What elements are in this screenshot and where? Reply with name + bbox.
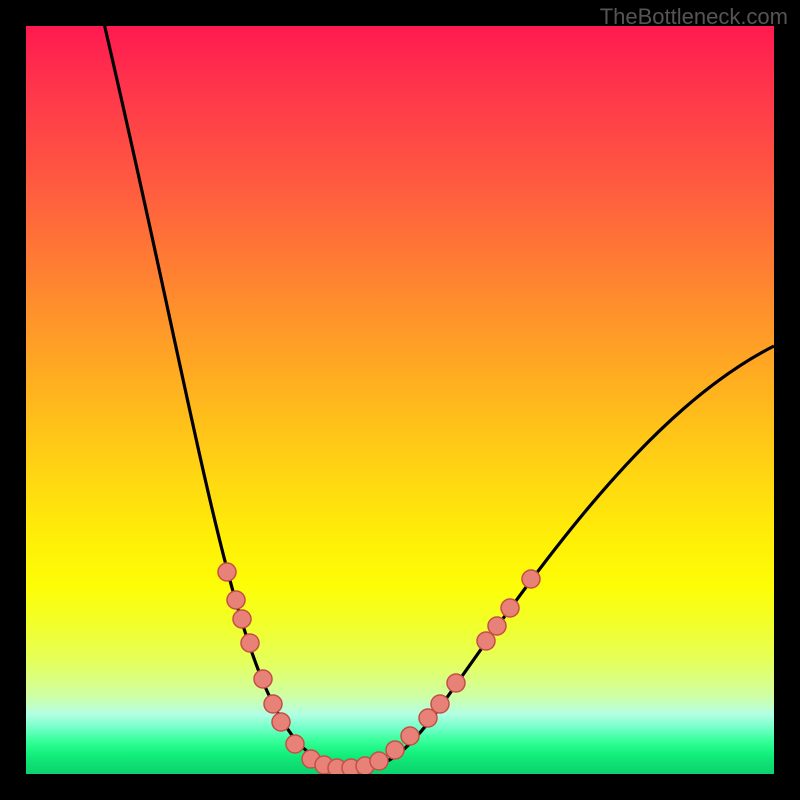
curve-marker (477, 632, 495, 650)
curve-marker (447, 674, 465, 692)
chart-frame: TheBottleneck.com (0, 0, 800, 800)
curve-marker (272, 713, 290, 731)
curve-marker (233, 610, 251, 628)
curve-overlay (26, 26, 774, 774)
curve-marker (488, 617, 506, 635)
curve-marker (227, 591, 245, 609)
plot-area (26, 26, 774, 774)
curve-markers (218, 563, 540, 774)
curve-marker (401, 727, 419, 745)
curve-marker (386, 741, 404, 759)
curve-marker (522, 570, 540, 588)
curve-marker (218, 563, 236, 581)
bottleneck-curve (100, 26, 774, 768)
curve-marker (370, 752, 388, 770)
curve-marker (254, 670, 272, 688)
curve-marker (431, 695, 449, 713)
curve-marker (241, 634, 259, 652)
curve-marker (264, 695, 282, 713)
curve-marker (501, 599, 519, 617)
watermark-text: TheBottleneck.com (600, 4, 788, 30)
curve-marker (286, 735, 304, 753)
